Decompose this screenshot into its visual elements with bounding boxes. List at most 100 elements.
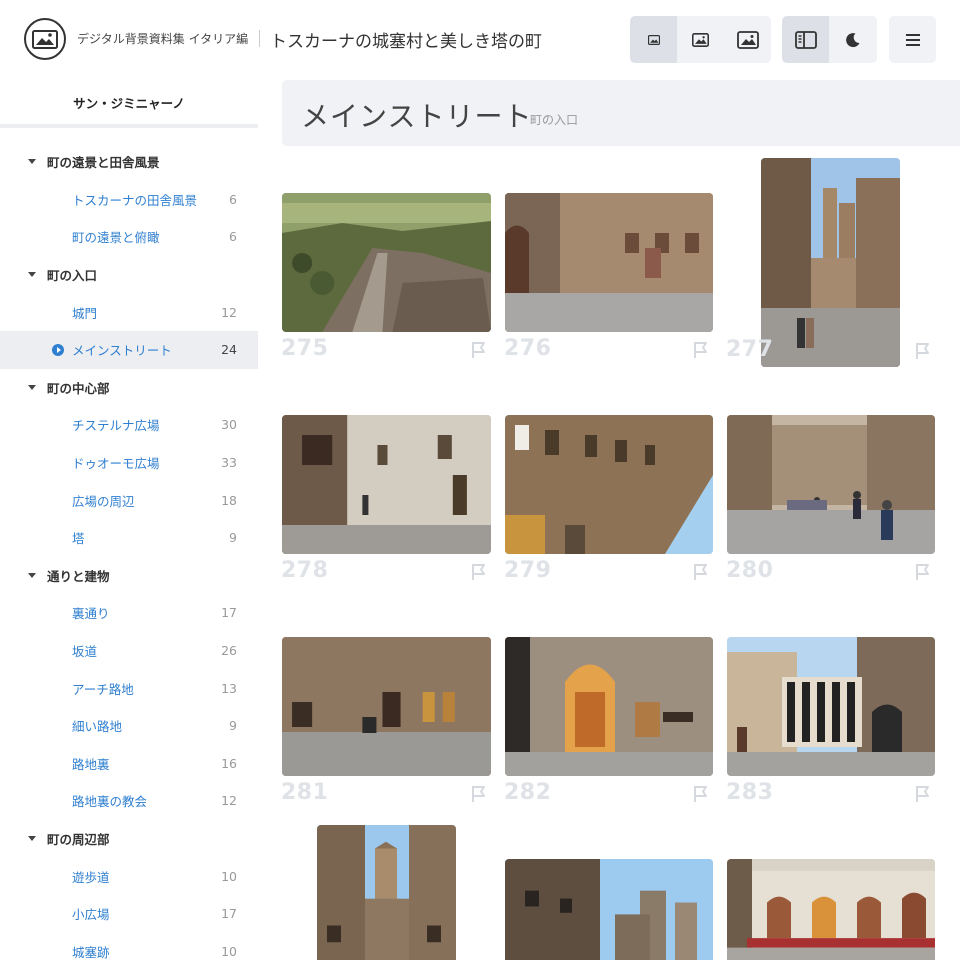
photo-thumbnail[interactable] xyxy=(727,859,935,960)
photo-thumbnail[interactable] xyxy=(727,637,935,776)
photo-thumbnail[interactable] xyxy=(317,825,456,960)
photo-thumbnail[interactable] xyxy=(505,637,713,776)
sidebar-category-label: 町の遠景と田舎風景 xyxy=(47,155,160,171)
sidebar-item-label: 細い路地 xyxy=(72,719,123,735)
sidebar-category-label: 町の中心部 xyxy=(47,380,110,396)
sidebar-item-label: 遊歩道 xyxy=(72,869,110,885)
sidebar-item[interactable]: アーチ路地 13 xyxy=(0,669,258,707)
sidebar-item[interactable]: 町の遠景と俯瞰 6 xyxy=(0,218,258,256)
photo-thumbnail[interactable] xyxy=(282,193,491,332)
photo-number: 282 xyxy=(504,780,552,805)
sidebar-item-count: 24 xyxy=(221,342,237,358)
sidebar-item-label: 広場の周辺 xyxy=(72,493,135,509)
sidebar-item[interactable]: 坂道 26 xyxy=(0,632,258,670)
sidebar-item[interactable]: ドゥオーモ広場 33 xyxy=(0,444,258,482)
current-arrow-icon xyxy=(52,343,64,356)
flag-icon[interactable] xyxy=(691,340,711,360)
photo-thumbnail[interactable] xyxy=(282,637,491,776)
sidebar-category[interactable]: 町の中心部 xyxy=(0,369,258,407)
menu-button[interactable] xyxy=(889,16,936,63)
photo-number: 279 xyxy=(504,558,552,583)
photo-thumbnail[interactable] xyxy=(505,859,713,960)
thumbnail-size-group xyxy=(630,16,771,63)
flag-icon[interactable] xyxy=(913,341,933,361)
flag-icon[interactable] xyxy=(691,562,711,582)
image-medium-icon[interactable] xyxy=(677,16,724,63)
sidebar-item[interactable]: 小広場 17 xyxy=(0,895,258,933)
photo-number: 276 xyxy=(504,336,552,361)
title-divider xyxy=(259,30,260,47)
moon-icon[interactable] xyxy=(829,16,876,63)
photo-number: 277 xyxy=(726,337,774,362)
caret-down-icon[interactable] xyxy=(28,835,36,841)
caret-down-icon[interactable] xyxy=(28,572,36,578)
caret-down-icon[interactable] xyxy=(28,384,36,390)
site-name[interactable]: デジタル背景資料集 イタリア編 xyxy=(77,30,248,47)
sidebar-item-label: 城塞跡 xyxy=(72,944,110,960)
sidebar-item[interactable]: メインストリート 24 xyxy=(0,330,258,369)
flag-icon[interactable] xyxy=(469,340,489,360)
flag-icon[interactable] xyxy=(913,784,933,804)
sidebar-item-label: 路地裏の教会 xyxy=(72,794,148,810)
sidebar-panel-icon[interactable] xyxy=(782,16,829,63)
section-header: メインストリート 町の入口 xyxy=(282,80,960,146)
sidebar-item-label: 裏通り xyxy=(72,606,110,622)
flag-icon[interactable] xyxy=(691,784,711,804)
sidebar-item[interactable]: 路地裏 16 xyxy=(0,745,258,783)
sidebar-item-count: 13 xyxy=(221,680,237,696)
photo-thumbnail[interactable] xyxy=(761,158,900,367)
hamburger-menu-icon[interactable] xyxy=(889,16,936,63)
sidebar-item[interactable]: 細い路地 9 xyxy=(0,707,258,745)
image-large-icon[interactable] xyxy=(724,16,771,63)
section-subtitle: 町の入口 xyxy=(530,113,579,127)
sidebar-item[interactable]: 遊歩道 10 xyxy=(0,857,258,895)
flag-icon[interactable] xyxy=(469,562,489,582)
sidebar-item-label: 町の遠景と俯瞰 xyxy=(72,230,160,246)
sidebar-item[interactable]: 広場の周辺 18 xyxy=(0,481,258,519)
sidebar-item[interactable]: チステルナ広場 30 xyxy=(0,406,258,444)
sidebar-title[interactable]: サン・ジミニャーノ xyxy=(0,93,258,112)
flag-icon[interactable] xyxy=(913,562,933,582)
sidebar-item-count: 16 xyxy=(221,755,237,771)
sidebar-item[interactable]: 城門 12 xyxy=(0,293,258,331)
sidebar-item-label: メインストリート xyxy=(72,343,172,359)
sidebar-item-count: 17 xyxy=(221,906,237,922)
sidebar-item-label: ドゥオーモ広場 xyxy=(72,456,160,472)
sidebar-item-count: 30 xyxy=(221,417,237,433)
photo-number: 281 xyxy=(281,780,329,805)
sidebar-item[interactable]: 路地裏の教会 12 xyxy=(0,782,258,820)
photo-number: 275 xyxy=(281,336,329,361)
photo-thumbnail[interactable] xyxy=(727,415,935,554)
sidebar-category-label: 町の周辺部 xyxy=(47,831,110,847)
sidebar-item-count: 6 xyxy=(229,191,237,207)
photo-thumbnail[interactable] xyxy=(282,415,491,554)
sidebar-divider xyxy=(0,124,258,128)
sidebar-item[interactable]: トスカーナの田舎風景 6 xyxy=(0,181,258,219)
sidebar-item[interactable]: 裏通り 17 xyxy=(0,594,258,632)
sidebar-category[interactable]: 町の周辺部 xyxy=(0,820,258,858)
sidebar-item-count: 9 xyxy=(229,530,237,546)
sidebar-category[interactable]: 町の遠景と田舎風景 xyxy=(0,143,258,181)
sidebar-category[interactable]: 通りと建物 xyxy=(0,557,258,595)
photo-thumbnail[interactable] xyxy=(505,193,713,332)
sidebar-item-count: 18 xyxy=(221,492,237,508)
sidebar-item-count: 12 xyxy=(221,304,237,320)
sidebar-item-count: 17 xyxy=(221,605,237,621)
photo-thumbnail[interactable] xyxy=(505,415,713,554)
sidebar-item-label: 坂道 xyxy=(72,644,98,660)
section-title: メインストリート xyxy=(301,100,533,133)
sidebar-item[interactable]: 城塞跡 10 xyxy=(0,932,258,960)
page-heading: トスカーナの城塞村と美しき塔の町 xyxy=(270,32,542,52)
caret-down-icon[interactable] xyxy=(28,272,36,278)
flag-icon[interactable] xyxy=(469,784,489,804)
sidebar-item-label: チステルナ広場 xyxy=(72,418,160,434)
sidebar-item[interactable]: 塔9 xyxy=(0,519,258,557)
caret-down-icon[interactable] xyxy=(28,159,36,165)
image-small-icon[interactable] xyxy=(630,16,677,63)
sidebar-item-count: 9 xyxy=(229,718,237,734)
sidebar-item-label: アーチ路地 xyxy=(72,681,134,697)
landscape-image-icon[interactable] xyxy=(24,18,66,60)
sidebar-item-count: 33 xyxy=(221,455,237,471)
sidebar-item-count: 10 xyxy=(221,943,237,959)
sidebar-category[interactable]: 町の入口 xyxy=(0,256,258,294)
